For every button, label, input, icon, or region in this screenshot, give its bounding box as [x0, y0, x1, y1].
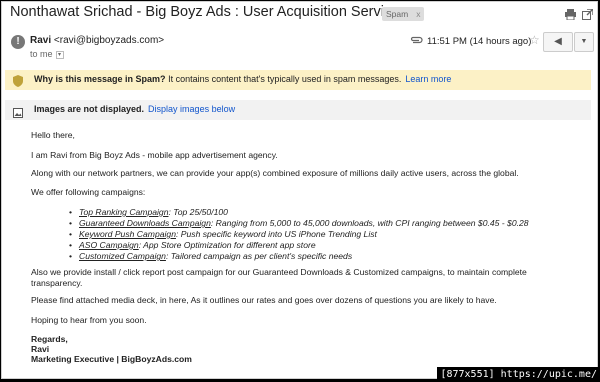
timestamp: 11:51 PM (14 hours ago) [427, 36, 532, 47]
network-paragraph: Along with our network partners, we can … [31, 168, 519, 178]
sender-email: <ravi@bigboyzads.com> [53, 35, 165, 46]
remove-label-icon[interactable]: x [416, 9, 420, 19]
campaign-list: Top Ranking Campaign: Top 25/50/100 Guar… [69, 207, 529, 262]
campaign-name: Customized Campaign [79, 251, 166, 261]
image-icon [13, 105, 23, 118]
deck-paragraph: Please find attached media deck, in here… [31, 295, 497, 305]
recipient: to me [30, 49, 53, 59]
list-item: ASO Campaign: App Store Optimization for… [69, 240, 529, 251]
display-images-link[interactable]: Display images below [148, 104, 235, 114]
subject-bar: Nonthawat Srichad - Big Boyz Ads : User … [2, 2, 597, 24]
watermark: [877x551] https://upic.me/ [437, 367, 600, 382]
campaign-desc: : App Store Optimization for different a… [138, 240, 316, 250]
campaign-name: Keyword Push Campaign [79, 229, 176, 239]
print-icon[interactable] [565, 7, 576, 21]
learn-more-link[interactable]: Learn more [405, 74, 451, 84]
sender[interactable]: Ravi <ravi@bigboyzads.com> [30, 35, 164, 46]
campaign-desc: : Ranging from 5,000 to 45,000 downloads… [210, 218, 529, 228]
recipient-line[interactable]: to me ▾ [30, 49, 64, 59]
transparency-paragraph: Also we provide install / click report p… [31, 267, 527, 288]
intro-paragraph: I am Ravi from Big Boyz Ads - mobile app… [31, 150, 278, 160]
spam-label[interactable]: Spam x [382, 7, 425, 21]
list-item: Top Ranking Campaign: Top 25/50/100 [69, 207, 529, 218]
new-window-icon[interactable] [582, 7, 594, 20]
alert-icon: ! [11, 35, 25, 49]
more-button[interactable]: ▼ [574, 32, 594, 52]
more-icon: ▼ [580, 38, 588, 45]
paperclip-icon [410, 35, 423, 47]
images-notice: Images are not displayed. [34, 104, 145, 114]
campaign-desc: : Top 25/50/100 [168, 207, 228, 217]
spam-warning-banner: Why is this message in Spam? It contains… [5, 70, 591, 90]
list-item: Guaranteed Downloads Campaign: Ranging f… [69, 218, 529, 229]
spam-explanation: It contains content that's typically use… [168, 74, 402, 84]
list-item: Customized Campaign: Tailored campaign a… [69, 251, 529, 262]
email-view: Nonthawat Srichad - Big Boyz Ads : User … [1, 1, 598, 379]
message-header: ! Ravi <ravi@bigboyzads.com> to me ▾ 11:5… [2, 30, 597, 62]
sender-name: Ravi [30, 35, 52, 46]
reply-button[interactable]: ◀ [543, 32, 573, 52]
chevron-down-icon[interactable]: ▾ [55, 50, 64, 59]
spam-label-text: Spam [386, 9, 409, 19]
list-item: Keyword Push Campaign: Push specific key… [69, 229, 529, 240]
greeting: Hello there, [31, 130, 75, 140]
campaign-name: ASO Campaign [79, 240, 139, 250]
campaign-name: Top Ranking Campaign [79, 207, 169, 217]
reply-icon: ◀ [554, 36, 562, 47]
star-icon[interactable]: ☆ [529, 33, 540, 47]
campaign-desc: : Tailored campaign as per client's spec… [165, 251, 353, 261]
campaign-desc: : Push specific keyword into US iPhone T… [175, 229, 377, 239]
signature-title: Marketing Executive | BigBoyzAds.com [31, 354, 192, 364]
closing-paragraph: Hoping to hear from you soon. [31, 315, 147, 325]
email-subject: Nonthawat Srichad - Big Boyz Ads : User … [10, 4, 407, 20]
offer-paragraph: We offer following campaigns: [31, 187, 146, 197]
campaign-name: Guaranteed Downloads Campaign [79, 218, 211, 228]
images-notice-bar: Images are not displayed. Display images … [5, 100, 591, 120]
spam-question: Why is this message in Spam? [34, 74, 166, 84]
shield-icon [13, 74, 23, 87]
